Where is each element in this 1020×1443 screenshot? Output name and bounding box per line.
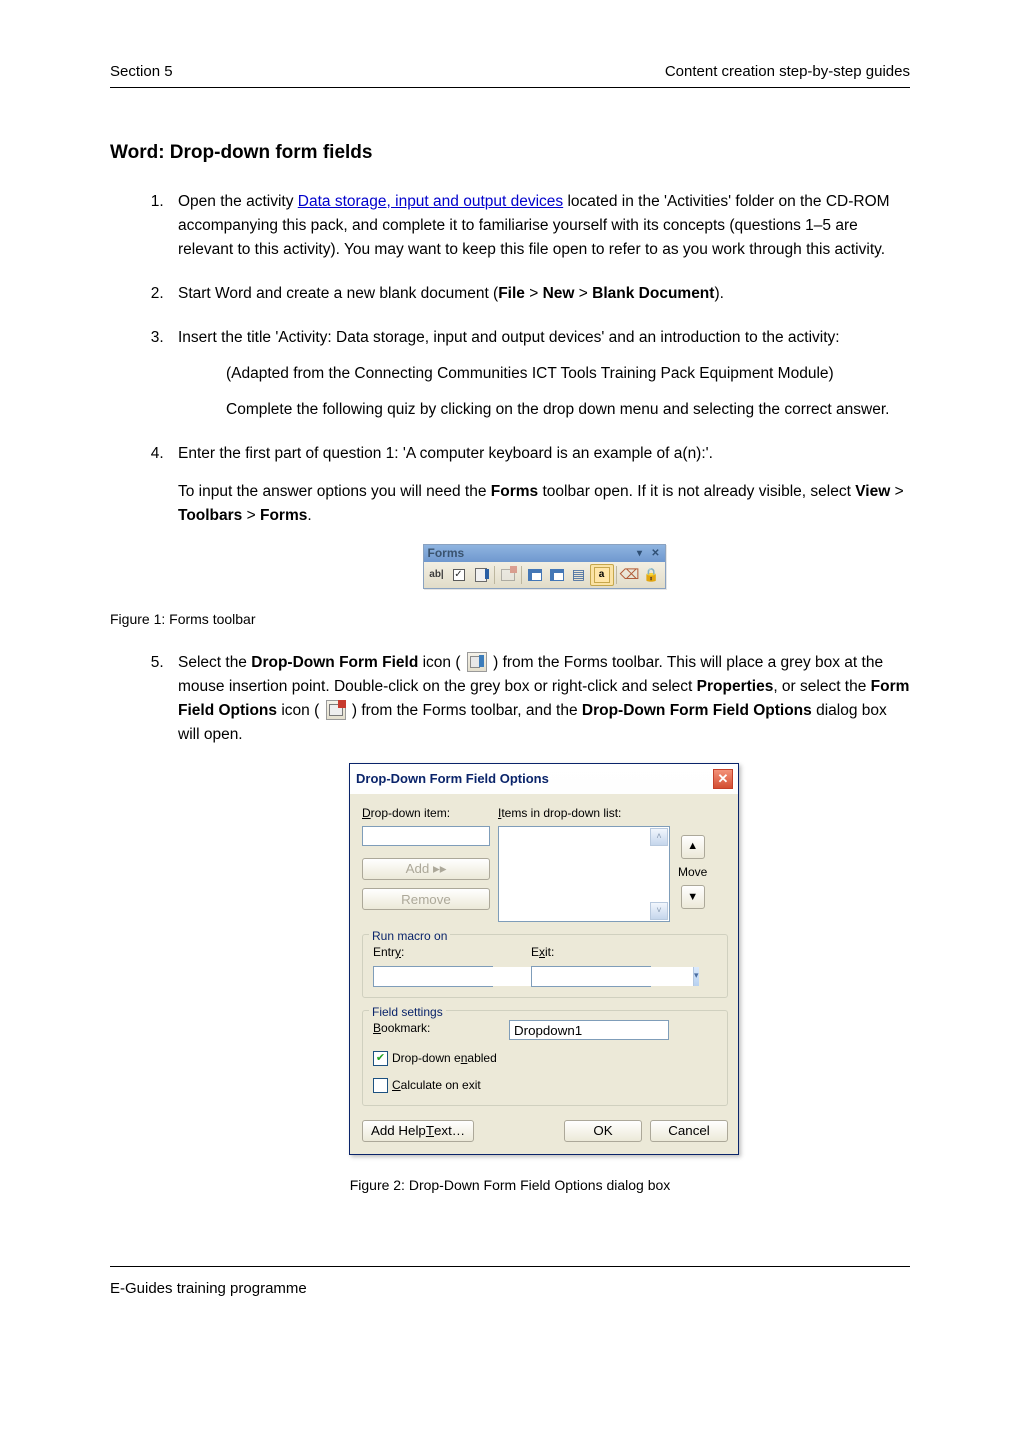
forms-toolbar-body: ab| ▤ a ⌫ 🔒	[424, 562, 665, 588]
drop-down-item-input[interactable]	[362, 826, 490, 846]
step-2: Start Word and create a new blank docume…	[168, 282, 910, 306]
steps-list: Open the activity Data storage, input an…	[110, 190, 910, 589]
chevron-down-icon[interactable]: ▾	[693, 967, 699, 986]
figure2-caption: Figure 2: Drop-Down Form Field Options d…	[110, 1175, 910, 1197]
form-field-options-icon[interactable]	[497, 565, 519, 585]
step4-line2: To input the answer options you will nee…	[178, 480, 910, 528]
remove-button[interactable]: Remove	[362, 888, 490, 910]
text-form-field-icon[interactable]: ab|	[426, 565, 448, 585]
add-button[interactable]: Add ▸▸	[362, 858, 490, 880]
forms-toolbar-figure: Forms ▾ ✕ ab| ▤ a	[178, 544, 910, 589]
scroll-down-icon[interactable]: ˅	[650, 902, 668, 920]
calculate-on-exit-checkbox[interactable]: Calculate on exit	[373, 1076, 717, 1095]
scroll-up-icon[interactable]: ˄	[650, 828, 668, 846]
run-macro-label: Run macro on	[369, 927, 450, 946]
activity-link[interactable]: Data storage, input and output devices	[298, 193, 563, 210]
toolbar-separator	[494, 566, 495, 584]
close-icon[interactable]: ✕	[712, 768, 734, 790]
dialog-title: Drop-Down Form Field Options	[356, 769, 549, 789]
page-title: Word: Drop-down form fields	[110, 138, 910, 167]
dropdown-options-dialog: Drop-Down Form Field Options ✕ Drop-down…	[349, 763, 739, 1155]
field-settings-label: Field settings	[369, 1003, 446, 1022]
items-listbox[interactable]: ˄ ˅	[498, 826, 670, 922]
footer-rule	[110, 1266, 910, 1267]
menu-blank-document: Blank Document	[592, 285, 714, 302]
toolbar-separator	[521, 566, 522, 584]
step4-line1: Enter the first part of question 1: 'A c…	[178, 442, 910, 466]
insert-frame-icon[interactable]: ▤	[568, 565, 590, 585]
add-help-text-button[interactable]: Add Help Text…	[362, 1120, 474, 1142]
step2-a: Start Word and create a new blank docume…	[178, 285, 498, 302]
exit-label: Exit:	[531, 943, 651, 962]
move-down-button[interactable]: ▼	[681, 885, 705, 909]
cancel-button[interactable]: Cancel	[650, 1120, 728, 1142]
step-3: Insert the title 'Activity: Data storage…	[168, 326, 910, 422]
steps-list-cont: Select the Drop-Down Form Field icon ( )…	[110, 651, 910, 1155]
dropdown-form-field-icon	[467, 652, 487, 672]
checkbox-unchecked-icon	[373, 1078, 388, 1093]
step3-quote2: Complete the following quiz by clicking …	[226, 398, 910, 422]
forms-toolbar: Forms ▾ ✕ ab| ▤ a	[423, 544, 666, 589]
dialog-titlebar: Drop-Down Form Field Options ✕	[350, 764, 738, 794]
step-4: Enter the first part of question 1: 'A c…	[168, 442, 910, 589]
step-1: Open the activity Data storage, input an…	[168, 190, 910, 262]
insert-table-icon[interactable]	[546, 565, 568, 585]
form-field-shading-icon[interactable]: a	[590, 564, 614, 586]
step3-quote1: (Adapted from the Connecting Communities…	[226, 362, 910, 386]
move-label: Move	[678, 863, 707, 882]
draw-table-icon[interactable]	[524, 565, 546, 585]
toolbar-close-icon[interactable]: ✕	[649, 547, 663, 559]
entry-label: Entry:	[373, 943, 523, 962]
protect-form-icon[interactable]: 🔒	[641, 565, 663, 585]
menu-file: File	[498, 285, 525, 302]
exit-combo[interactable]: ▾	[531, 966, 651, 987]
entry-combo[interactable]: ▾	[373, 966, 493, 987]
bookmark-label: Bookmark:	[373, 1019, 501, 1038]
move-up-button[interactable]: ▲	[681, 835, 705, 859]
toolbar-options-icon[interactable]: ▾	[633, 547, 647, 559]
form-field-options-icon	[326, 700, 346, 720]
checkbox-checked-icon: ✔	[373, 1051, 388, 1066]
ok-button[interactable]: OK	[564, 1120, 642, 1142]
figure1-caption: Figure 1: Forms toolbar	[110, 609, 910, 631]
dialog-figure: Drop-Down Form Field Options ✕ Drop-down…	[178, 763, 910, 1155]
toolbar-separator	[616, 566, 617, 584]
menu-new: New	[543, 285, 575, 302]
forms-toolbar-titlebar: Forms ▾ ✕	[424, 545, 665, 562]
items-list-label: Items in drop-down list:	[498, 804, 670, 823]
run-macro-group: Run macro on Entry: ▾ Exit: ▾	[362, 934, 728, 998]
forms-toolbar-title: Forms	[428, 545, 465, 562]
drop-down-item-label: Drop-down item:	[362, 804, 490, 823]
bookmark-input[interactable]	[509, 1020, 669, 1040]
checkbox-form-field-icon[interactable]	[448, 565, 470, 585]
header-left: Section 5	[110, 60, 173, 83]
header-right: Content creation step-by-step guides	[665, 60, 910, 83]
step1-text-pre: Open the activity	[178, 193, 298, 210]
reset-form-fields-icon[interactable]: ⌫	[619, 565, 641, 585]
step-5: Select the Drop-Down Form Field icon ( )…	[168, 651, 910, 1155]
dropdown-form-field-icon[interactable]	[470, 565, 492, 585]
step3-intro: Insert the title 'Activity: Data storage…	[178, 329, 840, 346]
footer-text: E-Guides training programme	[110, 1277, 910, 1300]
dropdown-enabled-checkbox[interactable]: ✔ Drop-down enabled	[373, 1049, 717, 1068]
page-header: Section 5 Content creation step-by-step …	[110, 60, 910, 88]
field-settings-group: Field settings Bookmark: ✔ Drop-down ena…	[362, 1010, 728, 1106]
